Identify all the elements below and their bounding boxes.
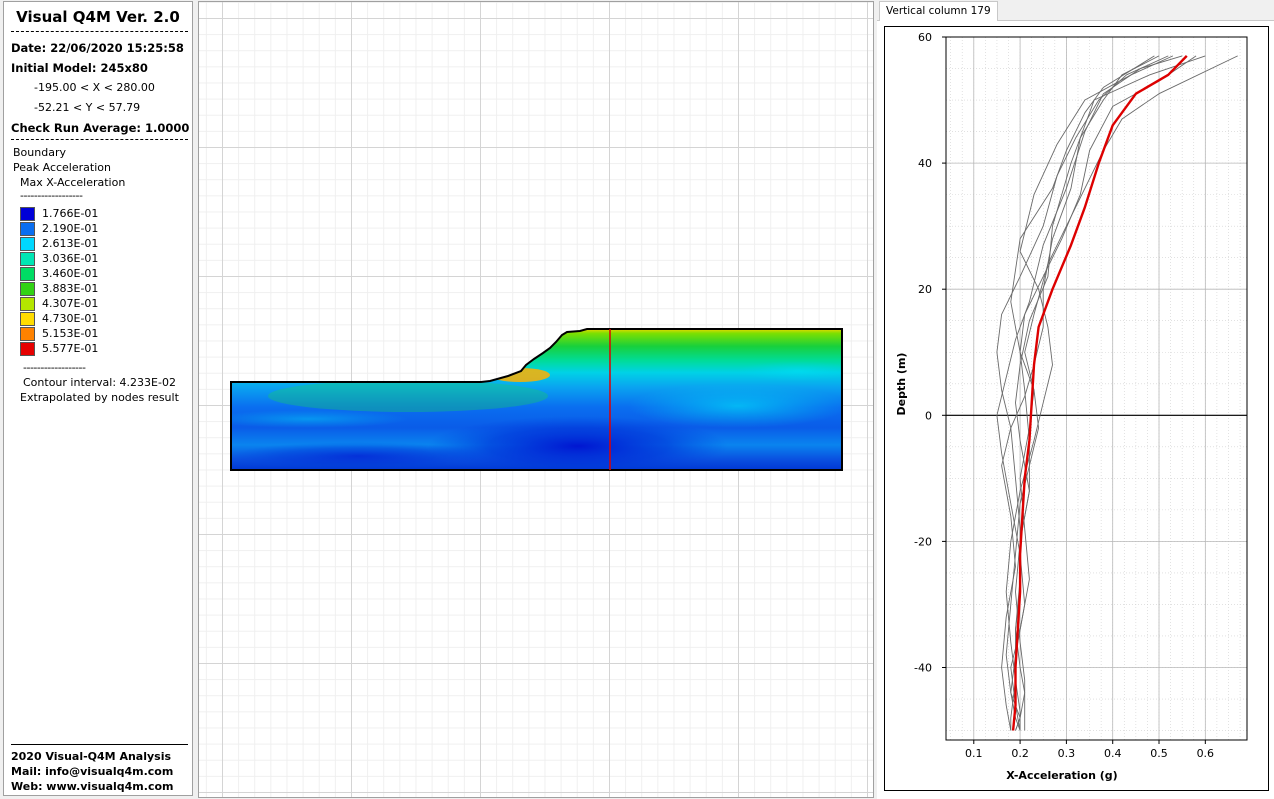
model-viewport[interactable] xyxy=(198,1,874,798)
y-range: -52.21 < Y < 57.79 xyxy=(34,101,141,114)
x-tick-label: 0.3 xyxy=(1058,747,1076,760)
y-tick-label: 20 xyxy=(918,283,932,296)
info-panel: Visual Q4M Ver. 2.0 Date: 22/06/2020 15:… xyxy=(3,1,193,796)
chart-axes: 0.1 0.2 0.3 0.4 0.5 0.6 -40 -20 0 20 40 60 xyxy=(914,31,1248,760)
legend-swatch xyxy=(20,326,35,341)
app-title: Visual Q4M Ver. 2.0 xyxy=(16,8,180,26)
initial-model: Initial Model: 245x80 xyxy=(11,61,148,75)
legend-item: 1.766E-01 xyxy=(20,206,98,221)
dash-separator: ------------------ xyxy=(23,361,86,374)
legend-value: 4.307E-01 xyxy=(42,297,99,310)
max-x-acceleration-label: Max X-Acceleration xyxy=(20,176,126,189)
legend-swatch xyxy=(20,236,35,251)
chart-panel: Vertical column 179 0.1 0.2 0.3 0.4 0.5 0.6 -4… xyxy=(877,1,1274,799)
legend-swatch xyxy=(20,206,35,221)
legend-swatch xyxy=(20,311,35,326)
legend-item: 4.307E-01 xyxy=(20,296,98,311)
record-curve xyxy=(1005,55,1155,731)
chart-grid xyxy=(946,36,1247,740)
y-tick-label: 60 xyxy=(918,31,932,44)
dash-separator: ------------------ xyxy=(20,189,83,202)
legend-value: 2.190E-01 xyxy=(42,222,99,235)
legend-value: 2.613E-01 xyxy=(42,237,99,250)
legend-item: 3.883E-01 xyxy=(20,281,98,296)
y-tick-label: 0 xyxy=(925,409,932,422)
legend-item: 4.730E-01 xyxy=(20,311,98,326)
footer-copyright: 2020 Visual-Q4M Analysis xyxy=(11,750,172,763)
record-curve xyxy=(1015,55,1197,731)
x-tick-label: 0.6 xyxy=(1197,747,1215,760)
legend-value: 3.036E-01 xyxy=(42,252,99,265)
legend-swatch xyxy=(20,341,35,356)
legend-swatch xyxy=(20,296,35,311)
y-tick-label: -20 xyxy=(914,535,932,548)
y-tick-label: 40 xyxy=(918,157,932,170)
tab-vertical-column[interactable]: Vertical column 179 xyxy=(879,1,998,21)
x-tick-label: 0.1 xyxy=(965,747,983,760)
x-tick-label: 0.4 xyxy=(1104,747,1122,760)
legend-value: 3.460E-01 xyxy=(42,267,99,280)
x-tick-label: 0.5 xyxy=(1150,747,1168,760)
run-date: Date: 22/06/2020 15:25:58 xyxy=(11,41,184,55)
footer-mail: Mail: info@visualq4m.com xyxy=(11,765,174,778)
legend-value: 5.577E-01 xyxy=(42,342,99,355)
y-tick-label: -40 xyxy=(914,661,932,674)
legend-value: 5.153E-01 xyxy=(42,327,99,340)
legend-item: 2.190E-01 xyxy=(20,221,98,236)
divider xyxy=(11,139,188,140)
x-tick-label: 0.2 xyxy=(1011,747,1029,760)
average-curve xyxy=(1011,55,1188,731)
legend-swatch xyxy=(20,221,35,236)
extrapolation-note: Extrapolated by nodes result xyxy=(20,391,179,404)
legend-value: 4.730E-01 xyxy=(42,312,99,325)
x-range: -195.00 < X < 280.00 xyxy=(34,81,155,94)
tab-strip: Vertical column 179 xyxy=(877,1,1274,21)
x-axis-title: X-Acceleration (g) xyxy=(1006,769,1117,782)
divider xyxy=(11,744,188,745)
legend-swatch xyxy=(20,281,35,296)
legend-value: 1.766E-01 xyxy=(42,207,99,220)
chart-frame: 0.1 0.2 0.3 0.4 0.5 0.6 -40 -20 0 20 40 60 X-Accele… xyxy=(884,26,1269,791)
legend-item: 5.577E-01 xyxy=(20,341,98,356)
legend-item: 2.613E-01 xyxy=(20,236,98,251)
footer-web: Web: www.visualq4m.com xyxy=(11,780,174,793)
chart-series xyxy=(996,55,1238,731)
record-curve xyxy=(1015,55,1206,731)
legend-item: 3.036E-01 xyxy=(20,251,98,266)
legend-item: 5.153E-01 xyxy=(20,326,98,341)
y-axis-title: Depth (m) xyxy=(895,353,908,416)
contour-interval: Contour interval: 4.233E-02 xyxy=(23,376,176,389)
contour-plot xyxy=(230,328,843,471)
peak-acceleration-label: Peak Acceleration xyxy=(13,161,111,174)
legend-item: 3.460E-01 xyxy=(20,266,98,281)
legend-value: 3.883E-01 xyxy=(42,282,99,295)
boundary-label: Boundary xyxy=(13,146,66,159)
check-run-average: Check Run Average: 1.0000 xyxy=(11,121,190,135)
legend-swatch xyxy=(20,266,35,281)
plot-area-border xyxy=(945,36,1248,741)
acceleration-field xyxy=(231,329,842,470)
record-curve xyxy=(996,55,1169,731)
legend-swatch xyxy=(20,251,35,266)
depth-profile-chart: 0.1 0.2 0.3 0.4 0.5 0.6 -40 -20 0 20 40 60 X-Accele… xyxy=(895,31,1248,782)
divider xyxy=(11,31,188,32)
